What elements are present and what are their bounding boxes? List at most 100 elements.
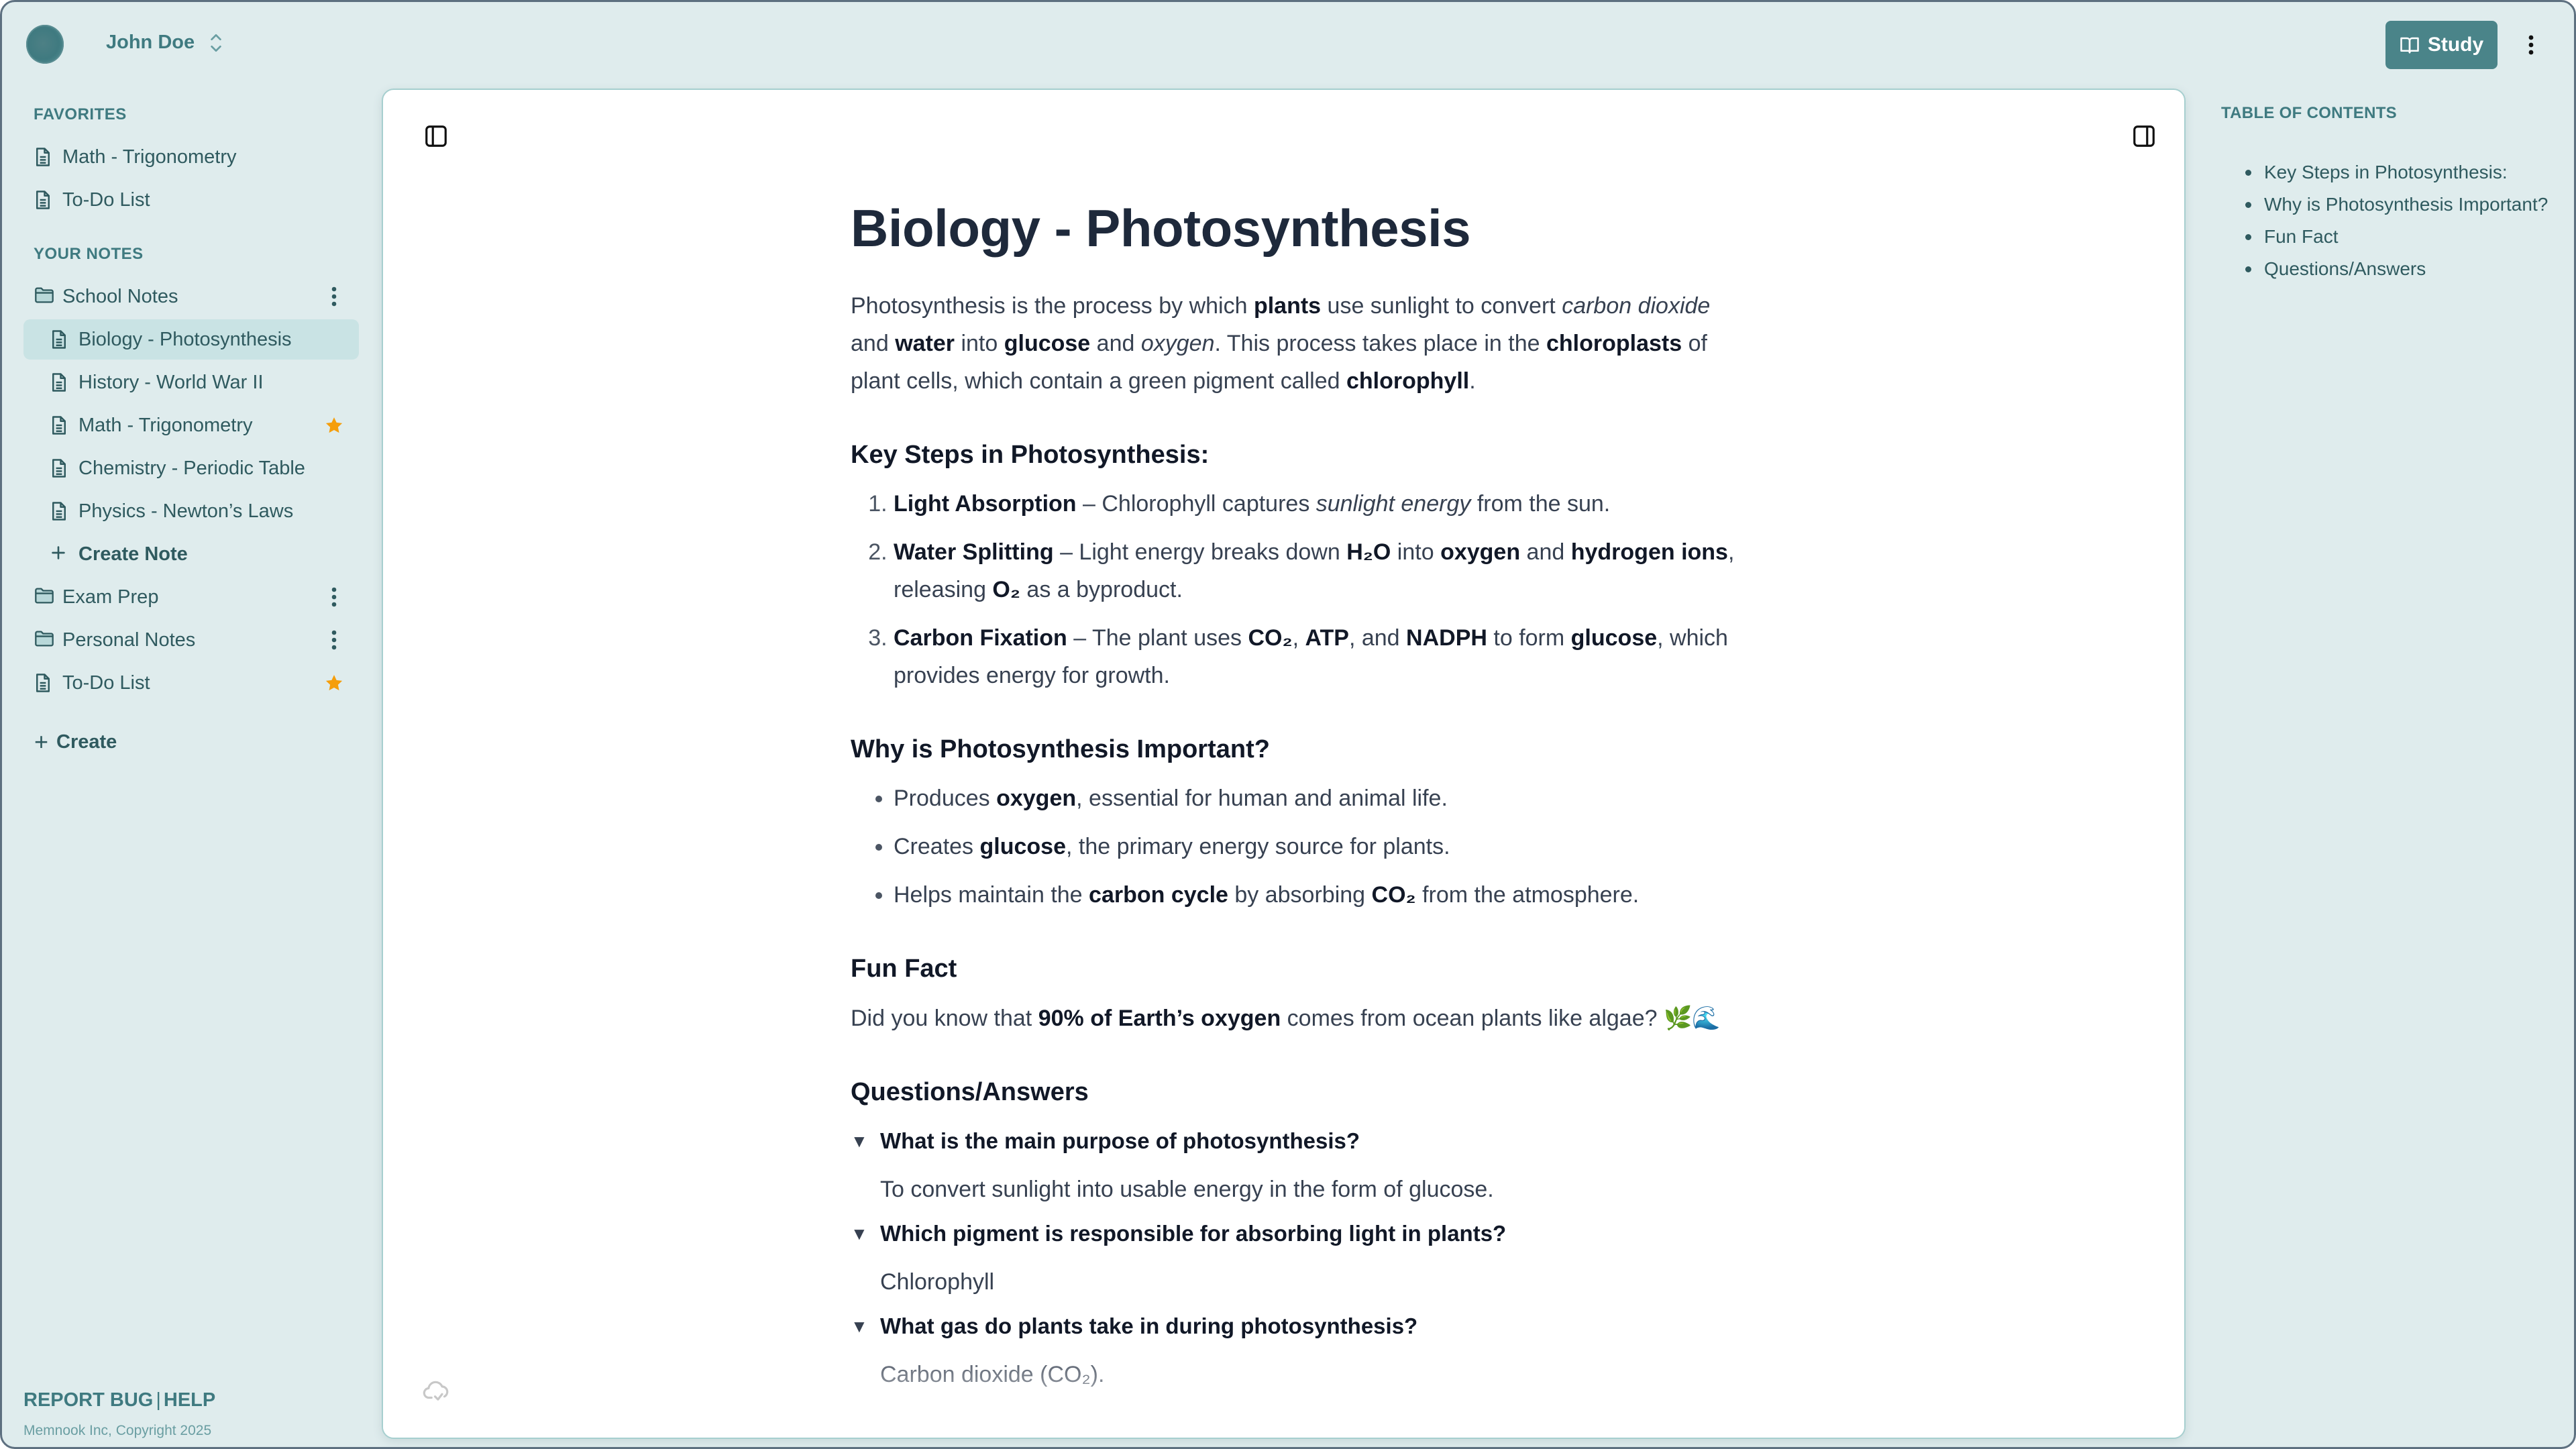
bold-text: glucose [979,834,1066,860]
qa-answer[interactable]: To convert sunlight into usable energy i… [851,1171,1750,1208]
study-button[interactable]: Study [2385,21,2498,69]
more-options-icon[interactable] [324,284,344,309]
document-icon [34,147,53,167]
bold-text: CO₂ [1248,625,1293,651]
note-math-trigonometry[interactable]: Math - Trigonometry [23,137,359,177]
text-run: – The plant uses [1067,625,1248,651]
intro-paragraph[interactable]: Photosynthesis is the process by which p… [851,287,1750,400]
heading-importance[interactable]: Why is Photosynthesis Important? [851,733,1750,766]
list-item[interactable]: Creates glucose, the primary energy sour… [894,828,1750,865]
toc-item[interactable]: Questions/Answers [2245,253,2570,285]
item-label: School Notes [62,285,178,307]
bold-text: 90% of Earth’s oxygen [1038,1005,1281,1031]
document-icon [50,501,69,521]
note-create-note[interactable]: Create Note [23,534,359,574]
list-item[interactable]: Helps maintain the carbon cycle by absor… [894,876,1750,914]
bold-text: Carbon Fixation [894,625,1067,651]
document-icon [34,673,53,693]
favorites-label: FAVORITES [34,105,127,123]
caret-down-icon[interactable]: ▼ [851,1307,880,1345]
bold-text: CO₂ [1371,882,1416,908]
qa-list: ▼ What is the main purpose of photosynthe… [851,1122,1750,1393]
folder-icon [34,587,54,607]
document-icon [50,372,69,392]
caret-down-icon[interactable]: ▼ [851,1122,880,1160]
document[interactable]: Biology - Photosynthesis Photosynthesis … [851,197,1750,1400]
star-icon[interactable] [324,671,344,695]
star-icon[interactable] [324,413,344,437]
study-button-label: Study [2427,34,2484,56]
list-item[interactable]: Carbon Fixation – The plant uses CO₂, AT… [894,619,1750,694]
report-bug-link[interactable]: REPORT BUG [23,1389,153,1411]
heading-fun-fact[interactable]: Fun Fact [851,953,1750,985]
list-item[interactable]: Water Splitting – Light energy breaks do… [894,533,1750,608]
document-icon [50,415,69,435]
your-notes-label: YOUR NOTES [34,245,144,263]
app-window: John Doe Study FAVORITES Math - Trigonom… [0,0,2576,1449]
help-link[interactable]: HELP [164,1389,215,1411]
note-to-do-list[interactable]: To-Do List [23,180,359,220]
item-label: Math - Trigonometry [62,146,237,168]
note-chemistry-periodic-table[interactable]: Chemistry - Periodic Table [23,448,359,488]
text-run: and [851,330,896,356]
text-run: comes from ocean plants like algae? 🌿🌊 [1281,1005,1721,1031]
text-run: . [1469,368,1476,394]
text-run: as a byproduct. [1020,576,1183,602]
note-to-do-list[interactable]: To-Do List [23,663,359,703]
more-options-icon[interactable] [2522,33,2540,57]
book-open-icon [2400,37,2419,54]
list-item[interactable]: Light Absorption – Chlorophyll captures … [894,485,1750,523]
folder-icon [34,286,54,307]
note-history-world-war-ii[interactable]: History - World War II [23,362,359,402]
note-physics-newton-s-laws[interactable]: Physics - Newton’s Laws [23,491,359,531]
more-options-icon[interactable] [324,628,344,652]
bold-text: Water Splitting [894,539,1054,565]
bold-text: glucose [1004,330,1091,356]
bold-text: carbon cycle [1089,882,1228,908]
qa-question[interactable]: ▼ Which pigment is responsible for absorb… [851,1215,1750,1252]
qa-question[interactable]: ▼ What is the main purpose of photosynthe… [851,1122,1750,1160]
bold-text: plants [1253,292,1322,319]
text-run: , and [1348,625,1407,651]
text-run: . This process takes place in the [1214,330,1546,356]
key-steps-list: Light Absorption – Chlorophyll captures … [851,485,1750,694]
table-of-contents: TABLE OF CONTENTS Key Steps in Photosynt… [2221,104,2570,285]
toc-title: TABLE OF CONTENTS [2221,104,2397,122]
folder-exam-prep[interactable]: Exam Prep [23,577,359,617]
more-options-icon[interactable] [324,585,344,609]
item-label: To-Do List [62,189,150,211]
item-label: Personal Notes [62,629,196,651]
text-run: Produces [894,786,997,812]
list-item[interactable]: Produces oxygen, essential for human and… [894,780,1750,817]
fun-fact-paragraph[interactable]: Did you know that 90% of Earth’s oxygen … [851,1000,1750,1037]
toggle-left-sidebar-icon[interactable] [423,123,449,149]
bold-text: hydrogen ions [1570,539,1728,565]
heading-key-steps[interactable]: Key Steps in Photosynthesis: [851,439,1750,472]
plus-icon: + [34,728,49,755]
folder-icon [34,630,54,650]
qa-question[interactable]: ▼ What gas do plants take in during photo… [851,1307,1750,1345]
create-label: Create [56,731,117,753]
create-button[interactable]: + Create [23,722,359,762]
folder-school-notes[interactable]: School Notes [23,276,359,317]
toc-item[interactable]: Key Steps in Photosynthesis: [2245,156,2570,189]
document-icon [50,458,69,478]
bold-text: water [895,330,955,356]
text-run: by absorbing [1228,882,1372,908]
item-label: History - World War II [78,371,264,393]
text-run: Creates [894,834,980,860]
toc-item[interactable]: Why is Photosynthesis Important? [2245,189,2570,221]
qa-question-text: What gas do plants take in during photos… [880,1313,1418,1339]
footer-links: REPORT BUG | HELP [23,1389,215,1411]
toc-item[interactable]: Fun Fact [2245,221,2570,253]
note-math-trigonometry[interactable]: Math - Trigonometry [23,405,359,445]
text-run: , the primary energy source for plants. [1065,834,1450,860]
heading-qa[interactable]: Questions/Answers [851,1076,1750,1109]
toggle-right-sidebar-icon[interactable] [2131,123,2157,149]
qa-answer[interactable]: Carbon dioxide (CO₂). [851,1356,1750,1393]
folder-personal-notes[interactable]: Personal Notes [23,620,359,660]
qa-answer[interactable]: Chlorophyll [851,1263,1750,1301]
caret-down-icon[interactable]: ▼ [851,1215,880,1252]
note-biology-photosynthesis[interactable]: Biology - Photosynthesis [23,319,359,360]
document-title[interactable]: Biology - Photosynthesis [851,197,1750,260]
